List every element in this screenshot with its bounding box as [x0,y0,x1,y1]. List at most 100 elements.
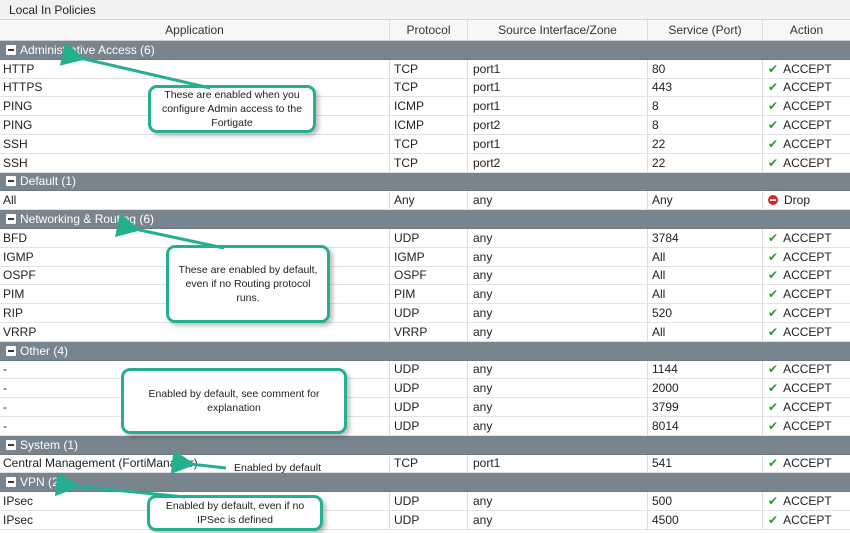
cell-action: ✔ ACCEPT [763,398,850,416]
cell-source: port1 [468,134,648,153]
cell-source: any [468,247,648,266]
cell-action: ✔ ACCEPT [763,285,850,303]
column-header-action[interactable]: Action [763,20,850,40]
table-row[interactable]: HTTP TCP port1 80 ✔ ACCEPT [0,59,850,79]
action-label: ACCEPT [783,61,832,76]
table-row[interactable]: SSH TCP port2 22 ✔ ACCEPT [0,153,850,173]
column-header-source[interactable]: Source Interface/Zone [468,20,648,40]
action-label: ACCEPT [783,118,832,133]
group-label: Default (1) [20,174,77,189]
table-row[interactable]: HTTPS TCP port1 443 ✔ ACCEPT [0,78,850,98]
local-in-policies-table: Application Protocol Source Interface/Zo… [0,20,850,530]
action-label: ACCEPT [783,99,832,114]
cell-action: ✔ ACCEPT [763,248,850,266]
column-header-service[interactable]: Service (Port) [648,20,763,40]
cell-service: 22 [648,153,763,172]
cell-protocol: IGMP [390,247,468,266]
cell-action: ✔ ACCEPT [763,97,850,115]
column-header-application[interactable]: Application [0,20,390,40]
cell-protocol: UDP [390,416,468,435]
cell-application: SSH [0,134,390,153]
action-label: ACCEPT [783,136,832,151]
check-icon: ✔ [768,456,779,471]
cell-source: any [468,416,648,435]
cell-service: 22 [648,134,763,153]
cell-action: ✔ ACCEPT [763,229,850,247]
action-label: ACCEPT [783,456,832,471]
check-icon: ✔ [768,268,779,283]
table-row[interactable]: VRRP VRRP any All ✔ ACCEPT [0,322,850,342]
cell-service: All [648,266,763,285]
table-row[interactable]: PING ICMP port2 8 ✔ ACCEPT [0,116,850,135]
table-row[interactable]: IGMP IGMP any All ✔ ACCEPT [0,247,850,267]
collapse-icon[interactable] [6,345,16,356]
table-row[interactable]: IPsec UDP any 4500 ✔ ACCEPT [0,510,850,530]
action-label: ACCEPT [783,400,832,415]
table-row[interactable]: All Any any Any Drop [0,191,850,211]
action-label: Drop [784,193,811,208]
cell-action: ✔ ACCEPT [763,511,850,529]
cell-application: All [0,191,390,210]
cell-action: ✔ ACCEPT [763,304,850,322]
group-header[interactable]: Networking & Routing (6) [0,210,850,229]
callout-admin: These are enabled when you configure Adm… [148,85,316,133]
action-label: ACCEPT [783,230,832,245]
check-icon: ✔ [768,494,779,509]
group-header[interactable]: Other (4) [0,341,850,361]
group-header[interactable]: Administrative Access (6) [0,41,850,60]
cell-source: port1 [468,97,648,116]
cell-source: port1 [468,454,648,473]
cell-protocol: VRRP [390,322,468,341]
cell-application: HTTP [0,59,390,78]
action-label: ACCEPT [783,249,832,264]
group-header[interactable]: System (1) [0,435,850,455]
cell-protocol: UDP [390,360,468,379]
cell-source: any [468,360,648,379]
cell-service: Any [648,191,763,210]
cell-application: Central Management (FortiManager) [0,454,390,473]
cell-protocol: UDP [390,398,468,416]
cell-source: any [468,266,648,285]
table-row[interactable]: IPsec UDP any 500 ✔ ACCEPT [0,492,850,511]
check-icon: ✔ [768,61,779,76]
table-row[interactable]: BFD UDP any 3784 ✔ ACCEPT [0,228,850,248]
action-label: ACCEPT [783,155,832,170]
check-icon: ✔ [768,136,779,151]
table-row[interactable]: SSH TCP port1 22 ✔ ACCEPT [0,134,850,154]
cell-action: ✔ ACCEPT [763,135,850,153]
table-row[interactable]: RIP UDP any 520 ✔ ACCEPT [0,304,850,323]
cell-service: 8 [648,116,763,134]
table-row[interactable]: PING ICMP port1 8 ✔ ACCEPT [0,97,850,117]
collapse-icon[interactable] [6,439,16,450]
table-row[interactable]: Central Management (FortiManager) TCP port… [0,454,850,474]
group-header[interactable]: VPN (2) [0,473,850,493]
cell-source: any [468,379,648,398]
table-row[interactable]: OSPF OSPF any All ✔ ACCEPT [0,266,850,286]
group-header[interactable]: Default (1) [0,172,850,192]
cell-service: 443 [648,78,763,97]
table-row[interactable]: PIM PIM any All ✔ ACCEPT [0,285,850,305]
callout-vpn: Enabled by default, even if no IPSec is … [147,495,323,531]
action-label: ACCEPT [783,512,832,527]
cell-source: any [468,322,648,341]
cell-source: any [468,304,648,322]
group-label: System (1) [20,437,79,452]
cell-protocol: TCP [390,134,468,153]
cell-source: any [468,398,648,416]
collapse-icon[interactable] [6,44,16,55]
cell-source: port1 [468,78,648,97]
group-label: Administrative Access (6) [20,42,155,57]
collapse-icon[interactable] [6,477,16,488]
cell-protocol: TCP [390,153,468,172]
cell-service: 2000 [648,379,763,398]
collapse-icon[interactable] [6,176,16,187]
column-header-protocol[interactable]: Protocol [390,20,468,40]
cell-service: 520 [648,304,763,322]
cell-action: ✔ ACCEPT [763,60,850,78]
action-label: ACCEPT [783,362,832,377]
action-label: ACCEPT [783,381,832,396]
check-icon: ✔ [768,381,779,396]
cell-source: any [468,285,648,304]
cell-application: SSH [0,153,390,172]
collapse-icon[interactable] [6,214,16,225]
